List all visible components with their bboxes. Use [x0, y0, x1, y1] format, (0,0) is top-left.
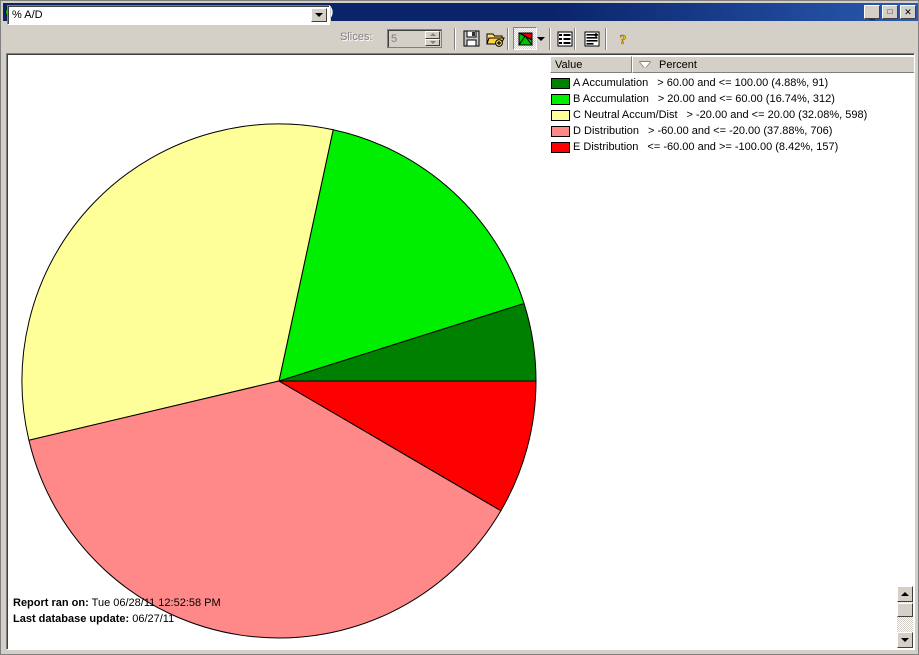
- legend-range: > -20.00 and <= 20.00 (32.08%, 598): [686, 109, 868, 121]
- list-view-icon: [557, 31, 573, 46]
- toolbar-separator: [507, 28, 509, 50]
- arrow-down-glyph: [315, 13, 323, 17]
- legend-column-percent-label: Percent: [659, 58, 697, 71]
- legend-row[interactable]: C Neutral Accum/Dist > -20.00 and <= 20.…: [551, 107, 914, 123]
- triangle-down-icon: [901, 638, 909, 642]
- chevron-up-icon: [429, 33, 436, 37]
- chart-type-dropdown-button[interactable]: [534, 27, 548, 50]
- pie-chart-view-icon: [517, 31, 533, 45]
- legend-swatch: [551, 93, 570, 105]
- scrollbar-track[interactable]: [897, 617, 913, 632]
- scroll-up-button[interactable]: [897, 586, 913, 602]
- legend-range: <= -60.00 and >= -100.00 (8.42%, 157): [647, 141, 839, 153]
- legend-range: > 60.00 and <= 100.00 (4.88%, 91): [657, 77, 829, 89]
- report-canvas: Value Percent A Accumulation > 60.00 and…: [6, 53, 915, 650]
- indicator-combo-value: % A/D: [12, 9, 43, 21]
- legend-label: A Accumulation: [573, 77, 649, 89]
- toolbar-separator: [605, 28, 607, 50]
- open-folder-button[interactable]: [483, 27, 507, 50]
- legend-label: C Neutral Accum/Dist: [573, 109, 678, 121]
- slices-stepper[interactable]: 5: [387, 29, 442, 48]
- report-ran-line: Report ran on: Tue 06/28/11 12:52:58 PM: [13, 595, 221, 611]
- close-icon: ✕: [904, 6, 912, 17]
- svg-text:?: ?: [620, 33, 627, 47]
- scroll-down-button[interactable]: [897, 632, 913, 648]
- legend-header: Value Percent: [550, 56, 914, 73]
- close-button[interactable]: ✕: [900, 5, 916, 19]
- legend-label: D Distribution: [573, 125, 640, 137]
- last-update-value: 06/27/11: [132, 613, 175, 625]
- legend-swatch: [551, 109, 570, 121]
- sort-descending-icon: [640, 61, 650, 68]
- legend-row[interactable]: B Accumulation > 20.00 and <= 60.00 (16.…: [551, 91, 914, 107]
- slices-label: Slices:: [340, 31, 373, 43]
- report-footer: Report ran on: Tue 06/28/11 12:52:58 PM …: [13, 595, 221, 627]
- pie-chart-svg: [21, 123, 537, 639]
- legend-label: E Distribution: [573, 141, 639, 153]
- slices-spinner-buttons[interactable]: [425, 31, 440, 46]
- legend-column-value[interactable]: Value: [550, 56, 632, 73]
- window-controls: _ □ ✕: [864, 5, 918, 19]
- toolbar-separator: [574, 28, 576, 50]
- report-ran-value: Tue 06/28/11 12:52:58 PM: [91, 597, 221, 609]
- legend-column-value-label: Value: [555, 58, 583, 71]
- legend: Value Percent A Accumulation > 60.00 and…: [550, 56, 914, 161]
- detail-report-icon: [584, 31, 599, 46]
- legend-range: > 20.00 and <= 60.00 (16.74%, 312): [657, 93, 835, 105]
- legend-label: B Accumulation: [573, 93, 649, 105]
- detail-report-button[interactable]: [580, 27, 604, 50]
- legend-rows: A Accumulation > 60.00 and <= 100.00 (4.…: [551, 75, 914, 155]
- slices-decrement-button[interactable]: [425, 38, 440, 46]
- maximize-button[interactable]: □: [882, 5, 898, 19]
- minimize-icon: _: [869, 9, 875, 20]
- last-update-label: Last database update:: [13, 613, 130, 625]
- vertical-scrollbar[interactable]: [897, 586, 913, 648]
- triangle-up-icon: [901, 592, 909, 596]
- slices-value: 5: [391, 32, 398, 45]
- legend-swatch: [551, 77, 570, 89]
- scrollbar-thumb[interactable]: [897, 603, 913, 617]
- save-icon: [463, 30, 479, 47]
- legend-row[interactable]: A Accumulation > 60.00 and <= 100.00 (4.…: [551, 75, 914, 91]
- pie-slices: [21, 123, 537, 639]
- spectrum-analysis-window: Spectrum Analysis - Russell 2000 (1864 s…: [0, 0, 919, 655]
- chevron-down-icon: [537, 36, 545, 41]
- open-folder-icon: [485, 33, 505, 47]
- chevron-down-icon: [429, 40, 436, 44]
- help-button[interactable]: ?: [611, 27, 635, 50]
- report-ran-label: Report ran on:: [13, 597, 89, 609]
- save-button[interactable]: [459, 27, 483, 50]
- last-update-line: Last database update: 06/27/11: [13, 611, 221, 627]
- toolbar-separator: [549, 28, 551, 50]
- indicator-combo[interactable]: % A/D: [7, 5, 330, 25]
- help-icon: ?: [619, 32, 627, 47]
- legend-column-percent[interactable]: Percent: [632, 56, 914, 73]
- legend-range: > -60.00 and <= -20.00 (37.88%, 706): [648, 125, 833, 137]
- legend-swatch: [551, 125, 570, 137]
- toolbar-separator: [454, 28, 456, 50]
- chevron-down-icon[interactable]: [311, 8, 327, 22]
- pie-chart[interactable]: [7, 54, 567, 649]
- maximize-icon: □: [887, 7, 893, 16]
- minimize-button[interactable]: _: [864, 5, 880, 19]
- slices-increment-button[interactable]: [425, 31, 440, 39]
- legend-row[interactable]: D Distribution > -60.00 and <= -20.00 (3…: [551, 123, 914, 139]
- legend-swatch: [551, 141, 570, 153]
- legend-row[interactable]: E Distribution <= -60.00 and >= -100.00 …: [551, 139, 914, 155]
